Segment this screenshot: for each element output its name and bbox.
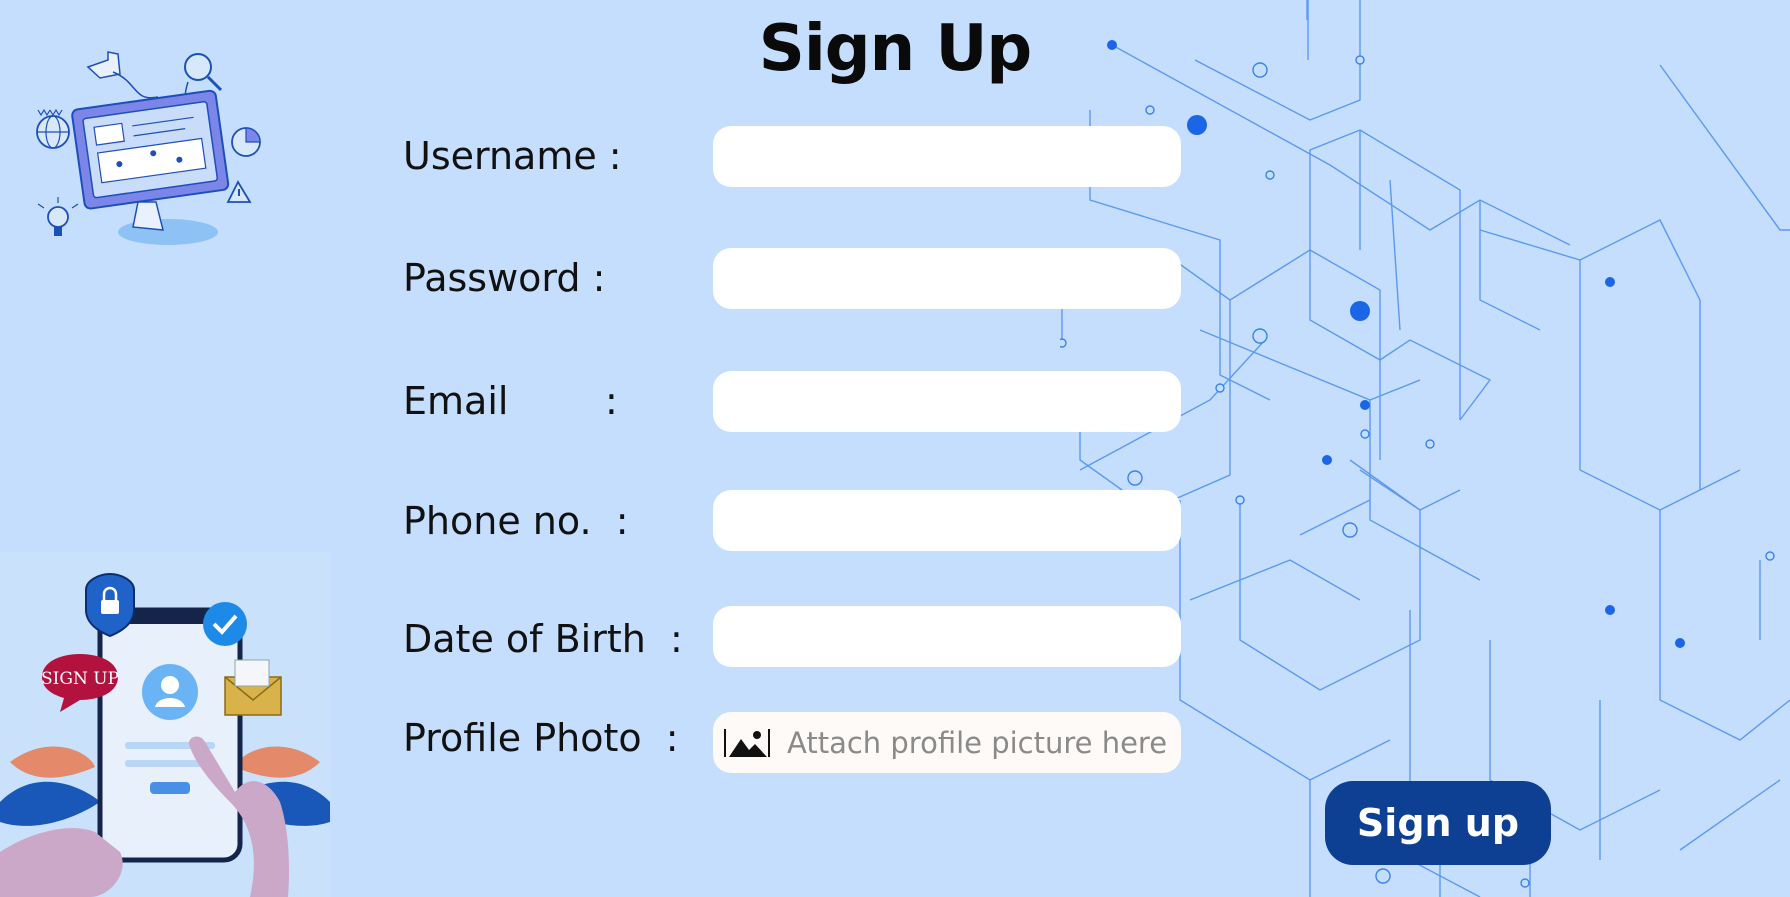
phone-signup-illustration: SIGN UP: [0, 552, 330, 897]
username-label: Username :: [403, 134, 622, 178]
dob-input[interactable]: [713, 606, 1181, 667]
email-input[interactable]: [713, 371, 1181, 432]
signup-badge-text: SIGN UP: [41, 669, 119, 689]
dob-label: Date of Birth :: [403, 617, 683, 661]
email-label: Email :: [403, 379, 618, 423]
password-input[interactable]: [713, 248, 1181, 309]
password-label: Password :: [403, 256, 606, 300]
profile-photo-upload[interactable]: Attach profile picture here: [713, 712, 1181, 773]
computer-illustration: [36, 51, 261, 245]
phone-label: Phone no. :: [403, 499, 629, 543]
page-title: Sign Up: [758, 12, 1032, 86]
profile-photo-placeholder: Attach profile picture here: [787, 725, 1168, 760]
username-input[interactable]: [713, 126, 1181, 187]
phone-input[interactable]: [713, 490, 1181, 551]
profile-photo-label: Profile Photo :: [403, 716, 679, 760]
sign-up-button[interactable]: Sign up: [1325, 781, 1551, 865]
image-icon: [724, 728, 770, 757]
